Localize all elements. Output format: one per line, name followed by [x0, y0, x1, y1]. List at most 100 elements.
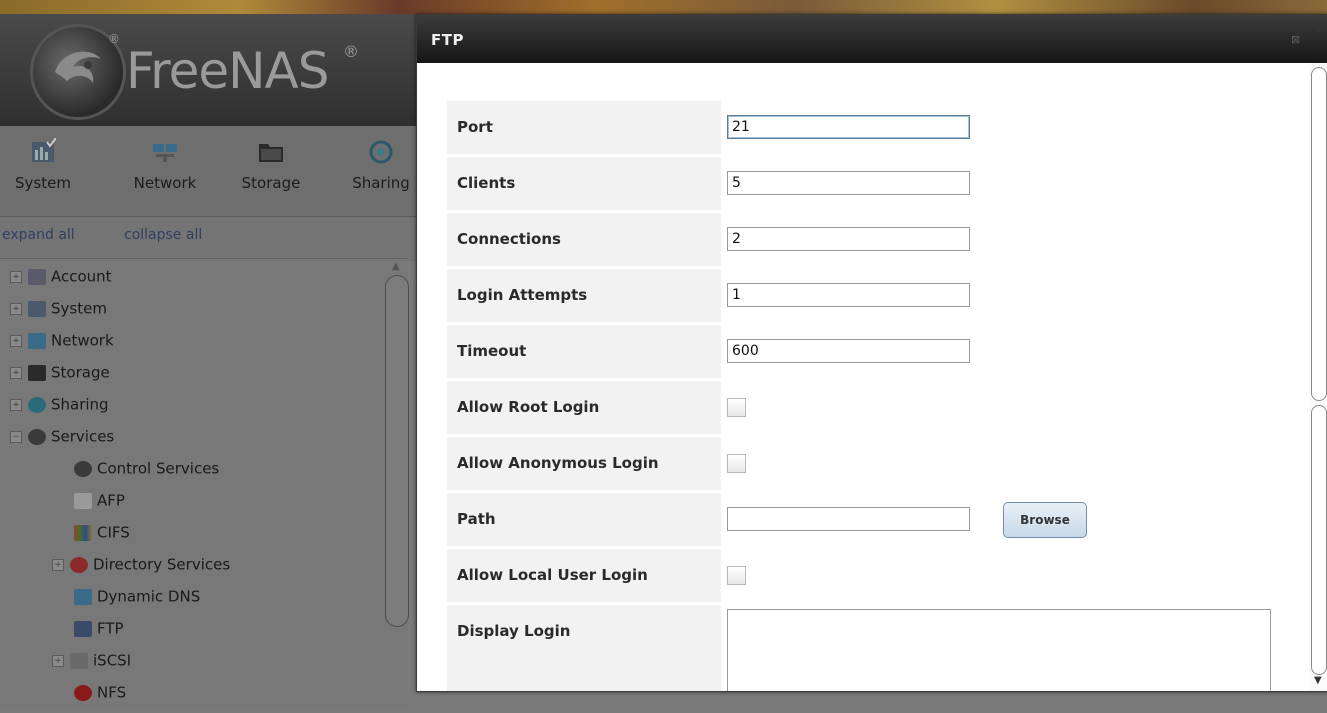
- path-label-cell: Path: [447, 493, 721, 546]
- logo-registered-mark: ®: [343, 42, 359, 61]
- tree-item-control-services[interactable]: Control Services: [74, 459, 219, 489]
- allow-local-user-login-label: Allow Local User Login: [457, 566, 648, 584]
- dialog-scrollbar-lower[interactable]: [1311, 405, 1327, 675]
- expand-icon[interactable]: +: [10, 302, 22, 315]
- logo-registered-mark: ®: [108, 32, 120, 46]
- form-row-display-login: Display Login: [447, 605, 1307, 691]
- port-label-cell: Port: [447, 101, 721, 154]
- sidebar: ® FreeNAS ® System Network Storage Shari…: [0, 14, 420, 708]
- tree-item-system[interactable]: + System: [10, 299, 107, 329]
- nav-network-label: Network: [133, 174, 197, 192]
- tree-item-dynamic-dns[interactable]: Dynamic DNS: [74, 587, 200, 617]
- tree-item-services[interactable]: − Services: [10, 427, 114, 457]
- dialog-scrollbar-thumb[interactable]: [1311, 67, 1327, 401]
- nav-storage-button[interactable]: Storage: [226, 138, 316, 208]
- tree-scrollbar[interactable]: [385, 275, 409, 627]
- expand-all-link[interactable]: expand all: [2, 227, 75, 243]
- logo-area: ® FreeNAS ®: [0, 14, 420, 126]
- tree-item-network[interactable]: + Network: [10, 331, 114, 361]
- nav-system-button[interactable]: System: [0, 137, 88, 208]
- timeout-label-cell: Timeout: [447, 325, 721, 378]
- tree-item-storage[interactable]: + Storage: [10, 363, 110, 393]
- dialog-body: Port Clients Connections Login Attempts …: [417, 63, 1309, 691]
- network-icon: [152, 138, 178, 164]
- expand-icon[interactable]: +: [10, 366, 22, 379]
- connections-input[interactable]: [727, 227, 970, 251]
- path-label: Path: [457, 510, 496, 528]
- storage-icon: [28, 364, 46, 381]
- tree-item-sharing[interactable]: + Sharing: [10, 395, 109, 425]
- form-row-timeout: Timeout: [447, 325, 1307, 378]
- clients-label-cell: Clients: [447, 157, 721, 210]
- allow-root-login-checkbox[interactable]: [727, 398, 746, 417]
- nav-storage-label: Storage: [241, 174, 301, 192]
- iscsi-icon: [70, 652, 88, 669]
- path-input[interactable]: [727, 507, 970, 531]
- login-attempts-input[interactable]: [727, 283, 970, 307]
- connections-label-cell: Connections: [447, 213, 721, 266]
- dialog-titlebar[interactable]: FTP ⊠: [417, 15, 1327, 63]
- tree-item-account[interactable]: + Account: [10, 267, 112, 297]
- expand-icon[interactable]: +: [10, 334, 22, 347]
- form-row-allow-root-login: Allow Root Login: [447, 381, 1307, 434]
- top-decorative-strip: [0, 0, 1327, 14]
- ftp-settings-dialog: FTP ⊠ Port Clients Connections Login Att…: [416, 14, 1327, 692]
- system-icon: [28, 300, 46, 317]
- login-attempts-label-cell: Login Attempts: [447, 269, 721, 322]
- port-label: Port: [457, 118, 493, 136]
- nav-sharing-label: Sharing: [352, 174, 410, 192]
- scroll-up-arrow-icon[interactable]: ▲: [1314, 23, 1322, 34]
- connections-label: Connections: [457, 230, 561, 248]
- sharing-icon: [28, 396, 46, 413]
- collapse-all-link[interactable]: collapse all: [124, 227, 202, 243]
- timeout-label: Timeout: [457, 342, 527, 360]
- login-attempts-label: Login Attempts: [457, 286, 588, 304]
- allow-local-user-login-label-cell: Allow Local User Login: [447, 549, 721, 602]
- gear-icon: [74, 460, 92, 477]
- tree-controls: expand all collapse all: [0, 217, 420, 261]
- tree-item-ftp[interactable]: FTP: [74, 619, 124, 649]
- form-row-allow-local-user-login: Allow Local User Login: [447, 549, 1307, 602]
- account-icon: [28, 268, 46, 285]
- expand-icon[interactable]: +: [52, 558, 64, 571]
- tree-item-cifs[interactable]: CIFS: [74, 523, 130, 553]
- expand-icon[interactable]: +: [10, 398, 22, 411]
- close-icon[interactable]: ⊠: [1291, 33, 1300, 46]
- tree-item-iscsi[interactable]: + iSCSI: [52, 651, 131, 681]
- network-icon: [74, 588, 92, 605]
- storage-icon: [258, 138, 284, 164]
- cifs-icon: [74, 524, 92, 541]
- expand-icon[interactable]: +: [10, 270, 22, 283]
- port-input[interactable]: [727, 115, 970, 139]
- allow-local-user-login-checkbox[interactable]: [727, 566, 746, 585]
- form-row-port: Port: [447, 101, 1307, 154]
- sharing-icon: [368, 138, 394, 164]
- top-navigation: System Network Storage Sharing: [0, 126, 420, 217]
- allow-anonymous-login-checkbox[interactable]: [727, 454, 746, 473]
- timeout-input[interactable]: [727, 339, 970, 363]
- form-row-connections: Connections: [447, 213, 1307, 266]
- logo-text: FreeNAS: [126, 42, 329, 100]
- tree-item-nfs[interactable]: NFS: [74, 683, 126, 713]
- dialog-title: FTP: [431, 31, 464, 49]
- collapse-icon[interactable]: −: [10, 430, 22, 443]
- allow-root-login-label-cell: Allow Root Login: [447, 381, 721, 434]
- expand-icon[interactable]: +: [52, 654, 64, 667]
- display-login-textarea[interactable]: [727, 609, 1271, 691]
- afp-icon: [74, 492, 92, 509]
- directory-services-icon: [70, 556, 88, 573]
- nav-network-button[interactable]: Network: [120, 138, 210, 208]
- display-login-label-cell: Display Login: [447, 605, 721, 691]
- allow-anonymous-login-label: Allow Anonymous Login: [457, 454, 659, 472]
- tree-item-directory-services[interactable]: + Directory Services: [52, 555, 230, 585]
- tree-scroll-up-icon[interactable]: ▲: [392, 261, 400, 272]
- nav-sharing-button[interactable]: Sharing: [336, 138, 426, 208]
- clients-input[interactable]: [727, 171, 970, 195]
- browse-button[interactable]: Browse: [1003, 502, 1087, 538]
- scroll-down-arrow-icon[interactable]: ▼: [1314, 675, 1322, 686]
- tree-item-afp[interactable]: AFP: [74, 491, 125, 521]
- services-gear-icon: [28, 428, 46, 445]
- form-row-clients: Clients: [447, 157, 1307, 210]
- nfs-icon: [74, 684, 92, 701]
- allow-root-login-label: Allow Root Login: [457, 398, 600, 416]
